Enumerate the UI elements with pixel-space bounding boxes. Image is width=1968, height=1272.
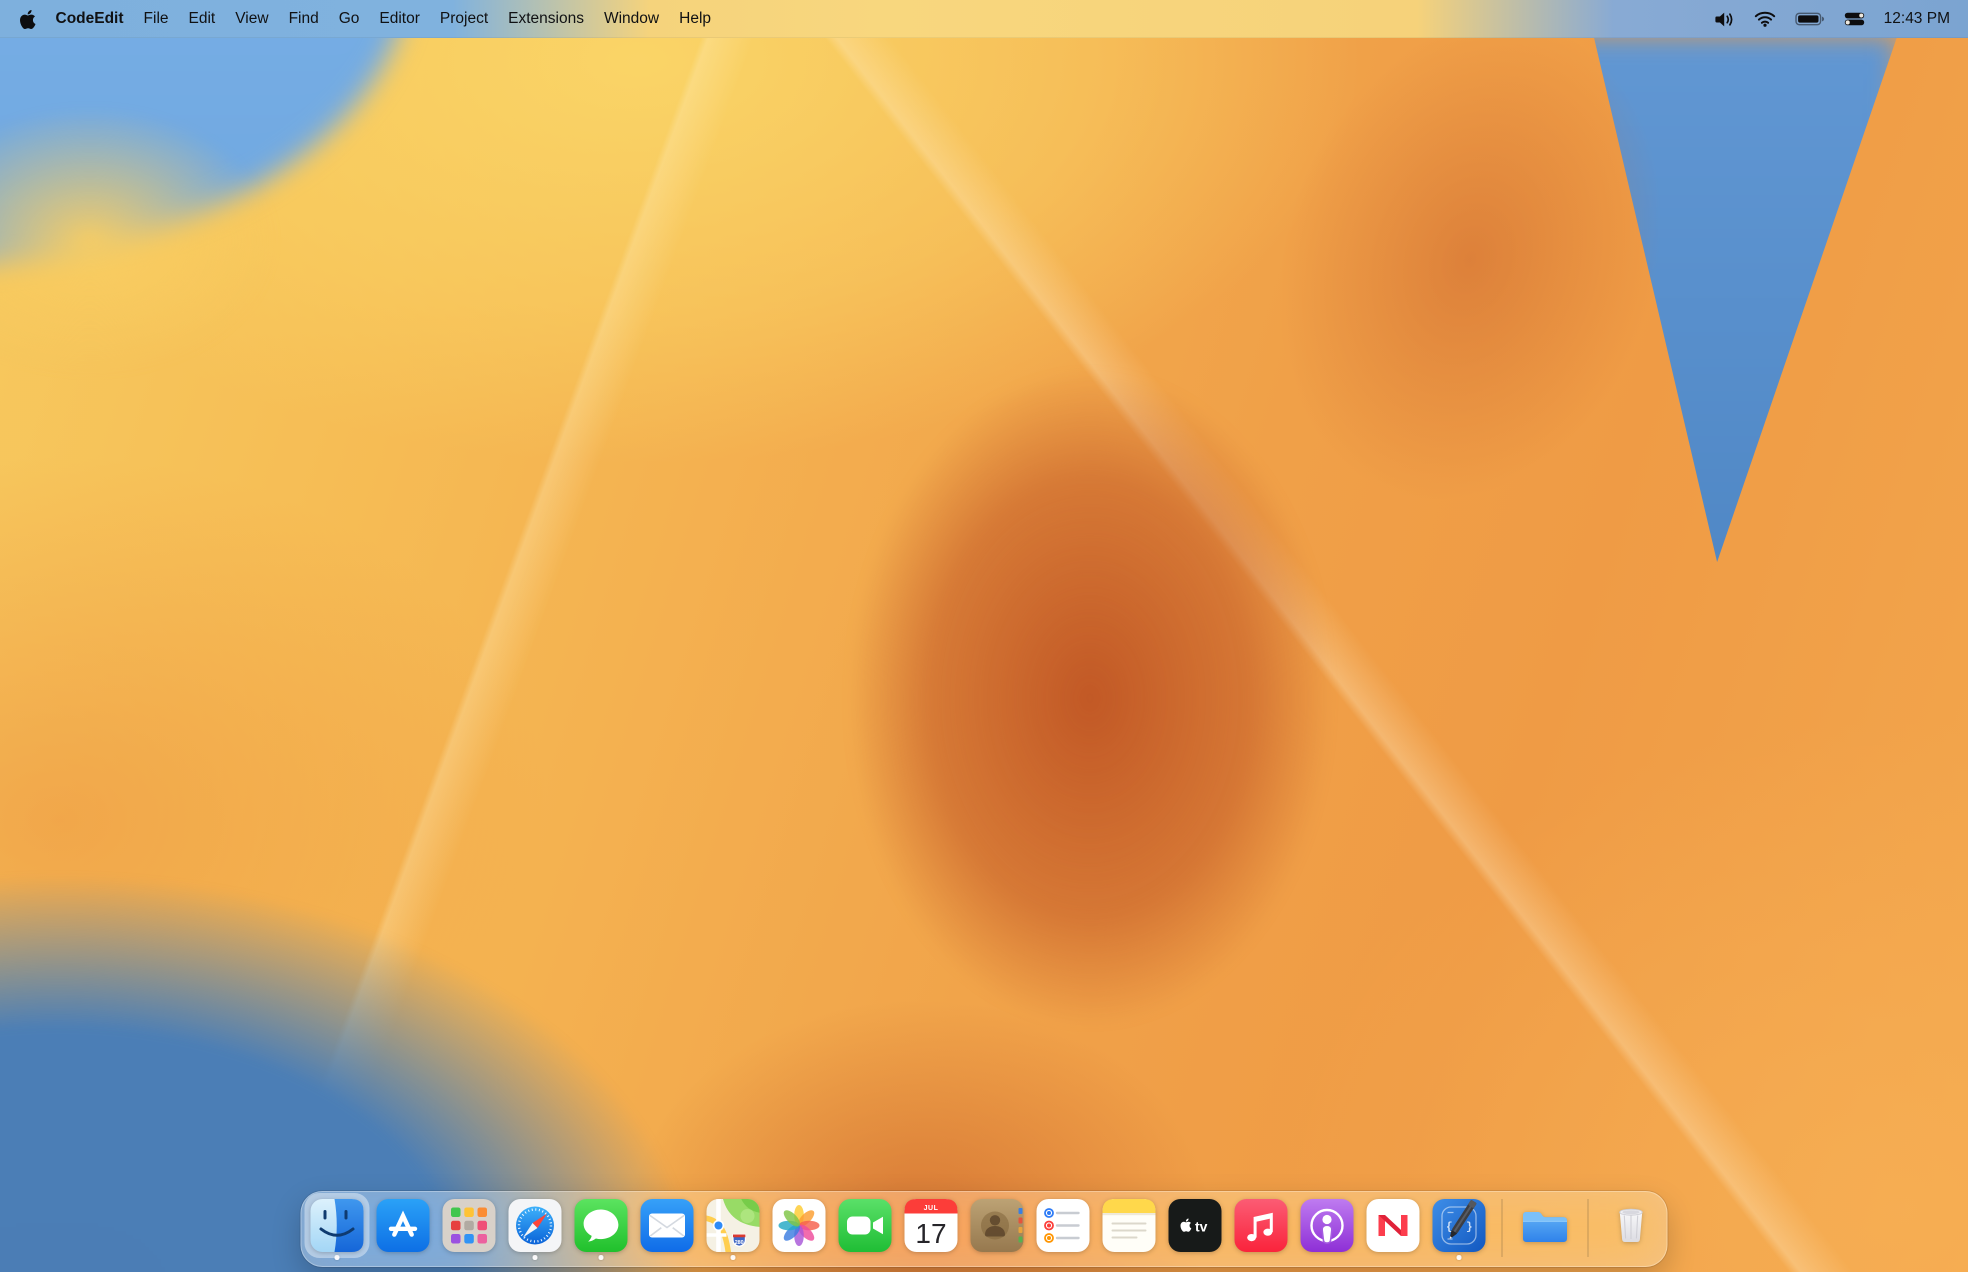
safari-icon [509, 1199, 562, 1252]
menu-item-project[interactable]: Project [440, 10, 488, 28]
mail-icon [641, 1199, 694, 1252]
svg-text:}: } [1466, 1222, 1473, 1234]
svg-text:tv: tv [1195, 1219, 1208, 1235]
wallpaper-layer [0, 108, 275, 373]
menu-item-window[interactable]: Window [604, 10, 659, 28]
running-indicator [731, 1255, 736, 1260]
apple-icon [20, 10, 36, 29]
maps-icon: 280 [707, 1199, 760, 1252]
dock-item-folder[interactable] [1519, 1199, 1572, 1260]
dock-item-maps[interactable]: 280 [707, 1199, 760, 1260]
menu-item-view[interactable]: View [235, 10, 268, 28]
messages-icon [575, 1199, 628, 1252]
dock-item-contacts[interactable] [971, 1199, 1024, 1260]
folder-icon [1519, 1199, 1572, 1252]
dock-item-photos[interactable] [773, 1199, 826, 1260]
app-menu-title[interactable]: CodeEdit [56, 10, 124, 28]
dock-item-facetime[interactable] [839, 1199, 892, 1260]
desktop: CodeEdit File Edit View Find Go Editor Project… [0, 0, 1968, 1272]
running-indicator [335, 1255, 340, 1260]
dock-item-app-store[interactable] [377, 1199, 430, 1260]
finder-icon [311, 1199, 364, 1252]
dock-item-mail[interactable] [641, 1199, 694, 1260]
facetime-icon [839, 1199, 892, 1252]
svg-text:JUL: JUL [924, 1205, 939, 1212]
dock: 280 JUL 17 tv { } [301, 1191, 1668, 1267]
running-indicator [533, 1255, 538, 1260]
svg-text:17: 17 [915, 1218, 946, 1249]
notes-icon [1103, 1199, 1156, 1252]
photos-icon [773, 1199, 826, 1252]
dock-separator [1502, 1199, 1503, 1257]
dock-item-tv[interactable]: tv [1169, 1199, 1222, 1260]
appstore-icon [377, 1199, 430, 1252]
menu-item-help[interactable]: Help [679, 10, 711, 28]
menu-item-file[interactable]: File [144, 10, 169, 28]
volume-icon[interactable] [1714, 11, 1735, 28]
music-icon [1235, 1199, 1288, 1252]
news-icon [1367, 1199, 1420, 1252]
reminders-icon [1037, 1199, 1090, 1252]
menu-item-find[interactable]: Find [289, 10, 319, 28]
dock-item-notes[interactable] [1103, 1199, 1156, 1260]
control-center-icon[interactable] [1844, 12, 1865, 26]
dock-item-trash[interactable] [1605, 1199, 1658, 1260]
dock-separator [1588, 1199, 1589, 1257]
appletv-icon: tv [1169, 1199, 1222, 1252]
dock-item-music[interactable] [1235, 1199, 1288, 1260]
battery-icon[interactable] [1795, 12, 1825, 26]
dock-item-calendar[interactable]: JUL 17 [905, 1199, 958, 1260]
contacts-icon [971, 1199, 1024, 1252]
wallpaper-layer [755, 225, 1425, 1135]
apple-menu[interactable] [20, 10, 36, 29]
dock-item-messages[interactable] [575, 1199, 628, 1260]
menu-bar-clock[interactable]: 12:43 PM [1884, 10, 1950, 28]
dock-item-launchpad[interactable] [443, 1199, 496, 1260]
codeedit-icon: { } [1433, 1199, 1486, 1252]
running-indicator [1457, 1255, 1462, 1260]
wifi-icon[interactable] [1754, 11, 1776, 27]
podcasts-icon [1301, 1199, 1354, 1252]
menu-items: File Edit View Find Go Editor Project Extension… [144, 10, 711, 28]
desktop-wallpaper [0, 0, 1968, 1272]
dock-item-reminders[interactable] [1037, 1199, 1090, 1260]
launchpad-icon [443, 1199, 496, 1252]
dock-item-safari[interactable] [509, 1199, 562, 1260]
running-indicator [599, 1255, 604, 1260]
dock-item-podcasts[interactable] [1301, 1199, 1354, 1260]
svg-text:280: 280 [735, 1240, 744, 1246]
menu-bar: CodeEdit File Edit View Find Go Editor Project… [0, 0, 1968, 38]
trash-icon [1605, 1199, 1658, 1252]
menu-item-extensions[interactable]: Extensions [508, 10, 584, 28]
dock-item-news[interactable] [1367, 1199, 1420, 1260]
menu-item-go[interactable]: Go [339, 10, 360, 28]
calendar-icon: JUL 17 [905, 1199, 958, 1252]
menu-item-editor[interactable]: Editor [379, 10, 420, 28]
dock-item-finder[interactable] [311, 1199, 364, 1260]
menu-item-edit[interactable]: Edit [189, 10, 216, 28]
dock-item-codeedit[interactable]: { } [1433, 1199, 1486, 1260]
